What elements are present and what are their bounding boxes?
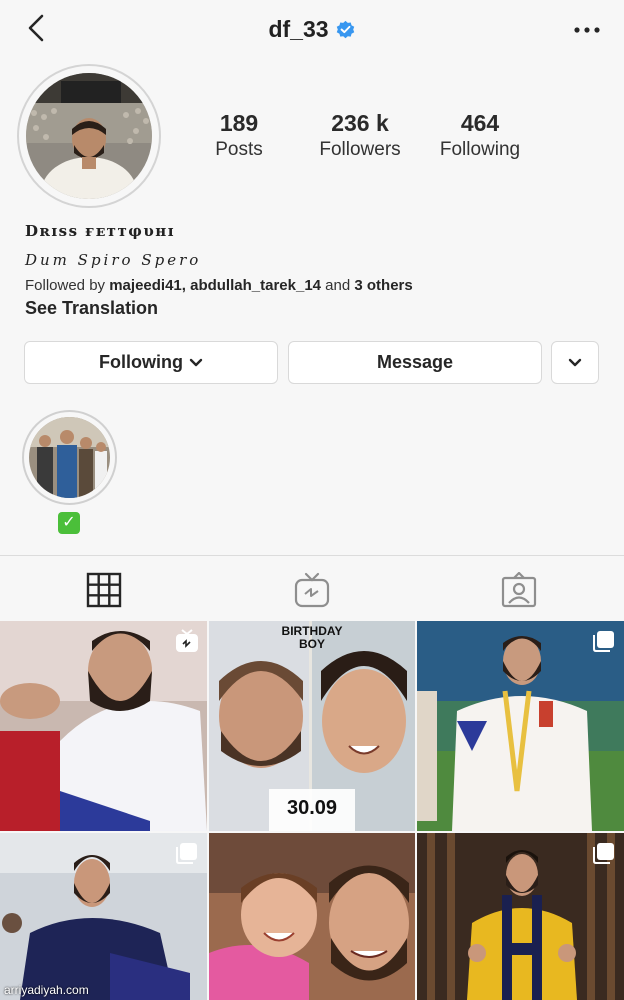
followers-count: 236 k [331,110,389,136]
message-button[interactable]: Message [288,341,542,384]
highlight-check-emoji: ✓ [58,512,80,534]
tagged-icon[interactable] [501,572,537,608]
carousel-badge-icon [176,843,197,864]
followed-by-prefix: Followed by [25,277,106,294]
igtv-icon[interactable] [294,572,330,608]
carousel-badge-icon [593,843,614,864]
grid-icon[interactable] [86,572,122,608]
top-bar: df_33 [0,0,624,60]
posts-grid: BIRTHDAY BOY 30.09 arriyadiyah.com [0,621,624,1000]
posts-label: Posts [215,139,263,160]
stat-posts[interactable]: 189 Posts [214,110,264,161]
profile-avatar-ring[interactable] [17,64,161,208]
profile-username: df_33 [0,16,624,43]
chevron-down-icon [189,358,203,366]
see-translation-link[interactable]: See Translation [25,298,158,319]
suggested-dropdown-button[interactable] [551,341,599,384]
followed-by-text[interactable]: Followed by majeedi41, abdullah_tarek_14… [25,277,413,294]
following-button[interactable]: Following [24,341,278,384]
profile-full-name: Dʀɪss ғᴇᴛᴛφυʜɪ [25,222,175,240]
followed-by-users[interactable]: majeedi41, abdullah_tarek_14 [109,277,321,294]
post-thumbnail[interactable] [417,833,624,1000]
profile-tab-bar [0,556,624,620]
followers-label: Followers [319,139,401,160]
story-highlight[interactable] [22,410,117,505]
followed-by-and: and [325,277,351,294]
watermark: arriyadiyah.com [4,983,89,997]
profile-bio: Dum Spiro Spero [25,251,202,269]
carousel-badge-icon [593,631,614,652]
username-text: df_33 [268,16,329,42]
following-button-label: Following [99,352,183,372]
highlight-cover [29,417,110,498]
post-thumbnail[interactable] [417,621,624,831]
post-thumbnail[interactable] [209,833,415,1000]
igtv-badge-icon [176,629,198,652]
posts-count: 189 [219,110,259,136]
chevron-down-icon [568,358,582,366]
post-thumbnail[interactable]: BIRTHDAY BOY 30.09 [209,621,415,831]
following-label: Following [439,139,521,160]
profile-avatar [26,73,152,199]
birthday-caption: BIRTHDAY BOY [281,624,343,651]
birthday-date: 30.09 [286,797,338,819]
more-dots-icon[interactable] [572,20,602,40]
stat-following[interactable]: 464 Following [436,110,524,161]
post-thumbnail[interactable]: arriyadiyah.com [0,833,207,1000]
stat-followers[interactable]: 236 k Followers [316,110,404,161]
followed-by-others[interactable]: 3 others [354,277,412,294]
verified-badge-icon [336,20,354,39]
post-thumbnail[interactable] [0,621,207,831]
following-count: 464 [460,110,500,136]
message-button-label: Message [376,352,454,372]
